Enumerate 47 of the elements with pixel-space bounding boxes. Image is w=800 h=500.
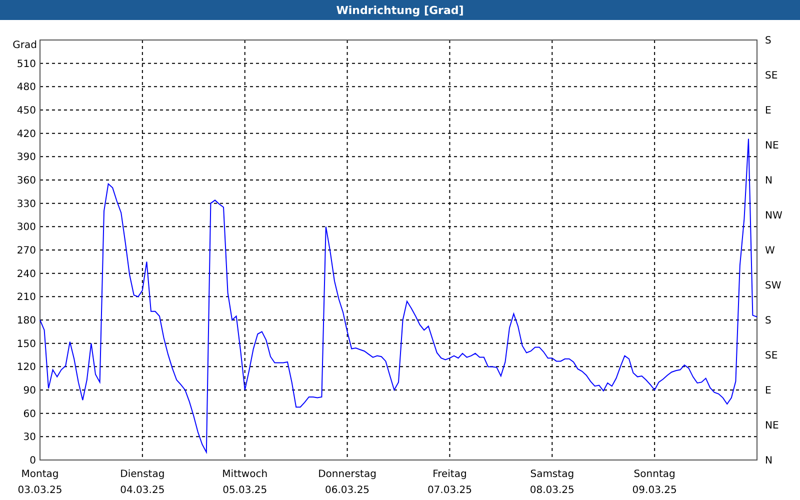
date-label: 08.03.25 <box>530 485 574 496</box>
direction-label: E <box>765 106 772 116</box>
y-tick-label: 240 <box>16 268 36 280</box>
date-label: 07.03.25 <box>427 485 472 496</box>
direction-label: N <box>765 456 772 466</box>
direction-label: NW <box>765 210 782 222</box>
y-tick-label: 210 <box>16 292 36 304</box>
y-tick-label: 330 <box>16 198 36 210</box>
y-tick-label: 360 <box>16 176 36 186</box>
date-label: 09.03.25 <box>632 485 677 496</box>
weekday-label: Dienstag <box>120 469 165 480</box>
window-title: Windrichtung [Grad] <box>336 4 464 16</box>
y-axis-title: Grad <box>12 40 37 51</box>
y-tick-label: 150 <box>16 338 36 350</box>
weekday-label: Donnerstag <box>318 469 376 480</box>
direction-label: NE <box>765 140 779 152</box>
weekday-label: Mittwoch <box>222 469 268 480</box>
direction-label: SE <box>765 70 778 82</box>
direction-label: N <box>765 176 772 186</box>
direction-label: S <box>765 36 772 46</box>
y-tick-label: 120 <box>16 362 36 374</box>
date-label: 03.03.25 <box>18 485 62 496</box>
direction-label: S <box>765 316 772 326</box>
y-tick-label: 480 <box>16 82 36 94</box>
y-tick-label: 300 <box>16 222 36 234</box>
direction-label: SW <box>765 280 782 292</box>
date-label: 06.03.25 <box>325 485 370 496</box>
direction-label: SE <box>765 350 778 362</box>
y-tick-label: 420 <box>16 128 36 140</box>
y-tick-label: 180 <box>16 316 36 326</box>
date-label: 05.03.25 <box>222 485 268 496</box>
date-label: 04.03.25 <box>120 485 165 496</box>
weekday-label: Sonntag <box>634 469 676 480</box>
direction-label: E <box>765 386 772 396</box>
weekday-label: Montag <box>21 469 59 480</box>
y-tick-label: 270 <box>16 246 36 256</box>
y-tick-label: 450 <box>16 106 36 116</box>
y-tick-label: 510 <box>16 58 36 70</box>
y-tick-label: 390 <box>16 152 36 164</box>
y-tick-label: 30 <box>23 432 36 444</box>
y-tick-label: 60 <box>23 408 36 420</box>
direction-label: NE <box>765 420 779 432</box>
weekday-label: Freitag <box>432 469 467 480</box>
y-tick-label: 0 <box>30 456 36 466</box>
weekday-label: Samstag <box>530 469 574 480</box>
direction-label: W <box>765 246 775 256</box>
y-tick-label: 90 <box>23 386 36 396</box>
